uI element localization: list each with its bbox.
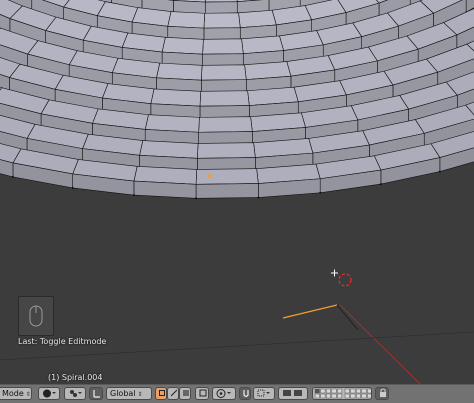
mesh-vertex (195, 197, 197, 199)
layer-button[interactable] (332, 394, 337, 398)
mesh-face (200, 91, 249, 106)
last-operator-label: Last: Toggle Editmode (18, 337, 106, 346)
layer-button[interactable] (362, 394, 367, 398)
pivot-select[interactable] (64, 387, 86, 400)
proportional-edit-select[interactable] (212, 387, 236, 400)
cube-icon (199, 388, 207, 399)
mesh-face (196, 169, 258, 185)
mesh-face (199, 117, 253, 133)
orientation-arrow-icon: ⇕ (138, 391, 143, 398)
layer-button[interactable] (345, 394, 350, 398)
snap-element-select[interactable] (253, 387, 275, 400)
edge-select-button[interactable] (167, 387, 179, 400)
layer-button[interactable] (332, 389, 337, 393)
manipulator-toggle[interactable] (89, 387, 103, 400)
mouse-icon (18, 296, 54, 336)
layer-button[interactable] (351, 394, 356, 398)
layer-button[interactable] (337, 394, 342, 398)
layer-button[interactable] (356, 394, 361, 398)
mesh-face (168, 12, 205, 29)
face-select-button[interactable] (179, 387, 191, 400)
mesh-face (201, 65, 246, 80)
mesh-face (203, 39, 244, 54)
occlude-toggle[interactable] (195, 387, 209, 400)
mesh-face (197, 143, 255, 159)
chevron-down-icon: ⇕ (26, 391, 31, 398)
layer-button[interactable] (356, 389, 361, 393)
mesh-vertex (319, 192, 321, 194)
mesh-vertex (439, 171, 441, 173)
proportional-edit-icon (216, 388, 232, 399)
layer-buttons[interactable] (312, 387, 372, 400)
layer-button[interactable] (321, 394, 326, 398)
layer-button[interactable] (337, 389, 342, 393)
vertex-select-icon (159, 388, 165, 399)
manipulator-icon (93, 388, 101, 399)
layer-button[interactable] (326, 394, 331, 398)
3d-viewport[interactable]: Last: Toggle Editmode (1) Spiral.004 (0, 0, 474, 384)
layer-button[interactable] (321, 389, 326, 393)
layers-icon (313, 388, 372, 399)
object-name-label: (1) Spiral.004 (48, 373, 102, 382)
mesh-face (151, 89, 201, 106)
3d-cursor-icon[interactable] (329, 264, 355, 290)
layer-lock-toggle[interactable] (375, 387, 389, 400)
layer-button[interactable] (362, 389, 367, 393)
snap-increment-icon (257, 388, 271, 399)
pivot-icon (68, 388, 82, 399)
layer-button[interactable] (367, 394, 372, 398)
selected-vertex (208, 174, 212, 178)
orientation-select[interactable]: Global⇕ (106, 387, 152, 400)
mesh-face (156, 63, 202, 80)
spiral-mesh[interactable] (0, 0, 474, 384)
mesh-wall (134, 181, 196, 198)
render-icon (282, 388, 304, 399)
edge-select-icon (171, 388, 177, 399)
mesh-wall (196, 184, 258, 199)
mesh-vertex (257, 197, 259, 199)
layer-button[interactable] (315, 389, 320, 393)
shading-select[interactable] (38, 387, 60, 400)
face-select-icon (183, 388, 189, 399)
orientation-label: Global (110, 389, 136, 398)
vertex-select-button[interactable] (155, 387, 167, 400)
mode-select-label: Mode (2, 389, 24, 398)
mesh-vertex (133, 194, 135, 196)
mesh-vertex (380, 183, 382, 185)
viewport-header: Mode⇕ Global⇕ (0, 384, 474, 403)
mesh-face (204, 13, 240, 28)
layer-button[interactable] (315, 394, 320, 398)
solid-sphere-icon (42, 388, 56, 399)
layer-button[interactable] (345, 389, 350, 393)
layer-button[interactable] (326, 389, 331, 393)
mode-select[interactable]: Mode⇕ (0, 387, 32, 400)
mesh-vertex (12, 176, 14, 178)
snap-toggle[interactable] (239, 387, 251, 400)
layer-button[interactable] (367, 389, 372, 393)
render-buttons[interactable] (278, 387, 308, 400)
lock-icon (379, 388, 387, 399)
magnet-icon (243, 388, 249, 399)
mesh-vertex (72, 187, 74, 189)
mesh-face (162, 37, 203, 54)
layer-button[interactable] (351, 389, 356, 393)
